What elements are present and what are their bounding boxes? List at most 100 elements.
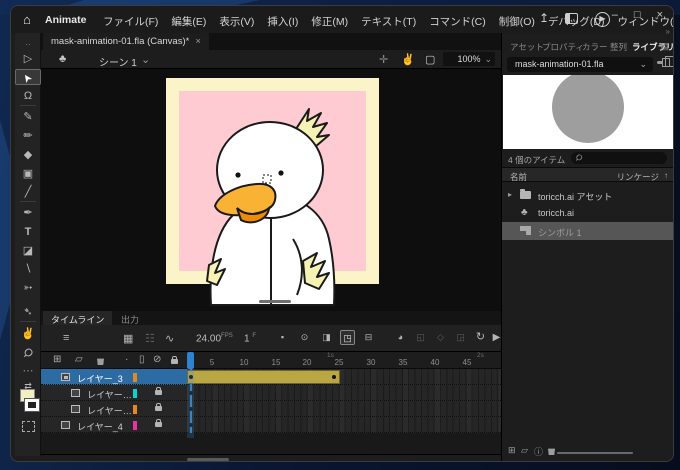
layer-row-2[interactable]: レイヤー…	[41, 385, 187, 401]
lock-icon[interactable]	[155, 403, 162, 411]
new-folder-button[interactable]: ▱	[75, 354, 83, 365]
frame-ruler[interactable]: 5 10 15 20 25 30 35 40 45 1s 2s	[187, 352, 501, 369]
layer-parenting-icon[interactable]: ≡	[63, 332, 69, 344]
custom-onion-button[interactable]: ◲	[453, 330, 468, 345]
menu-commands[interactable]: コマンド(C)	[429, 14, 486, 29]
frame-rate-value[interactable]: 24.00FPS	[196, 333, 233, 344]
close-button[interactable]: ×	[657, 9, 663, 21]
layer-row-4[interactable]: レイヤー_4	[41, 417, 187, 433]
insert-blank-keyframe-button[interactable]: ◨	[319, 330, 334, 345]
panel-menu-icon[interactable]: ▤	[660, 41, 669, 52]
library-search-field[interactable]: Ϙ	[571, 152, 667, 164]
layer-name[interactable]: レイヤー_4	[77, 420, 123, 433]
onion-skin-button[interactable]: ◕	[393, 330, 408, 345]
classic-brush-tool[interactable]: ✏	[15, 128, 41, 144]
text-tool[interactable]: T	[15, 224, 41, 240]
menu-modify[interactable]: 修正(M)	[311, 14, 348, 29]
library-item-folder[interactable]: ▸ toricch.ai アセット	[502, 186, 673, 204]
eraser-tool[interactable]: ◆	[15, 147, 41, 163]
tab-assets[interactable]: アセット	[510, 41, 544, 53]
collapse-panels-icon[interactable]: »	[666, 27, 670, 36]
scrollbar-thumb[interactable]	[187, 458, 229, 461]
layer-name[interactable]: レイヤー…	[87, 404, 132, 417]
tab-timeline[interactable]: タイムライン	[43, 311, 113, 325]
paint-bucket-tool[interactable]: ◪	[15, 243, 41, 259]
visibility-column-icon[interactable]: ⊘	[153, 354, 161, 365]
new-symbol-button[interactable]: ⊞	[508, 445, 516, 456]
lasso-tool[interactable]: Ω	[15, 88, 41, 104]
menu-file[interactable]: ファイル(F)	[103, 14, 158, 29]
publish-preview-icon[interactable]: ▶	[595, 12, 610, 27]
free-transform-tool[interactable]: ▣	[15, 166, 41, 182]
lock-icon[interactable]	[155, 419, 162, 427]
timeline-horizontal-scrollbar[interactable]	[41, 454, 501, 461]
fluid-brush-tool[interactable]: ✎	[15, 109, 41, 125]
more-tools-icon[interactable]: ⋯	[15, 363, 41, 379]
bone-tool[interactable]: ➴	[15, 304, 41, 320]
tab-output[interactable]: 出力	[113, 311, 147, 325]
selection-tool[interactable]: ➤	[15, 69, 41, 85]
minimize-button[interactable]: –	[612, 9, 618, 21]
new-library-panel-icon[interactable]	[662, 56, 673, 67]
library-document-select[interactable]: mask-animation-01.fla ⌄	[507, 57, 653, 72]
tab-align[interactable]: 整列	[610, 41, 627, 53]
frames-row-3[interactable]	[187, 401, 501, 417]
tab-properties[interactable]: プロパティ	[542, 41, 584, 53]
clip-content-icon[interactable]: ▢	[425, 53, 435, 66]
chevron-down-icon[interactable]: ⌄	[141, 53, 150, 66]
library-horizontal-scrollbar[interactable]	[557, 452, 633, 454]
hand-tool[interactable]: ✌	[15, 326, 41, 342]
zoom-level-select[interactable]: 100% ⌄	[443, 52, 495, 66]
tween-span[interactable]	[187, 369, 340, 384]
line-tool[interactable]: ╱	[15, 184, 41, 200]
new-folder-button[interactable]: ▱	[521, 445, 528, 456]
marquee-tool-icon[interactable]	[22, 421, 35, 432]
home-icon[interactable]: ⌂	[23, 12, 31, 27]
stroke-color-swatch[interactable]	[24, 398, 40, 412]
auto-keyframe-button[interactable]: ▪	[275, 330, 290, 345]
lock-icon[interactable]	[155, 387, 162, 395]
rotation-hand-icon[interactable]: ✌	[401, 53, 415, 66]
edit-multiple-frames-button[interactable]: ◇	[433, 330, 448, 345]
layer-color-swatch[interactable]	[133, 372, 137, 382]
library-item-symbol[interactable]: シンボル 1	[502, 222, 673, 240]
insert-keyframe-button[interactable]: ⊙	[297, 330, 312, 345]
frames-row-1[interactable]	[187, 369, 501, 385]
layer-name[interactable]: レイヤー…	[87, 388, 132, 401]
subselection-tool[interactable]: ▷	[15, 51, 41, 67]
new-layer-button[interactable]: ⊞	[53, 354, 61, 365]
layer-color-swatch[interactable]	[133, 388, 137, 398]
tab-close-icon[interactable]: ×	[195, 36, 201, 47]
column-name[interactable]: 名前	[510, 171, 527, 183]
tab-color[interactable]: カラー	[582, 41, 608, 53]
item-properties-button[interactable]: ⓘ	[534, 445, 543, 458]
camera-icon[interactable]: ▦	[123, 332, 133, 345]
highlight-column-icon[interactable]: ·	[125, 354, 128, 365]
onion-skin-outline-button[interactable]: ◱	[413, 330, 428, 345]
maximize-button[interactable]: □	[634, 9, 641, 21]
panel-grip-icon[interactable]: ‥	[15, 35, 41, 51]
workspace-icon[interactable]	[565, 13, 578, 24]
menu-text[interactable]: テキスト(T)	[361, 14, 416, 29]
scene-name[interactable]: シーン 1	[99, 54, 137, 69]
library-column-header[interactable]: 名前 リンケージ ↑	[502, 167, 673, 182]
stage-canvas[interactable]	[41, 69, 501, 311]
create-tween-button[interactable]: ◳	[340, 330, 355, 345]
loop-button[interactable]: ↻	[473, 330, 488, 345]
outline-column-icon[interactable]: ▯	[139, 354, 145, 365]
column-linkage[interactable]: リンケージ	[617, 171, 659, 183]
transform-point-marker[interactable]	[262, 174, 272, 184]
menu-view[interactable]: 表示(V)	[219, 14, 254, 29]
asset-warp-tool[interactable]: ➳	[15, 280, 41, 296]
lock-column-icon[interactable]	[171, 356, 178, 364]
layer-name[interactable]: レイヤー_3	[77, 372, 123, 385]
delete-layer-button[interactable]	[97, 358, 104, 365]
remove-tween-button[interactable]: ⊟	[361, 330, 376, 345]
library-item-graphic[interactable]: ♣ toricch.ai	[502, 204, 673, 222]
share-icon[interactable]: ↥	[539, 11, 549, 25]
frames-row-4[interactable]	[187, 417, 501, 433]
menu-edit[interactable]: 編集(E)	[171, 14, 206, 29]
frames-row-2[interactable]	[187, 385, 501, 401]
center-stage-icon[interactable]: ✛	[379, 53, 388, 66]
layer-color-swatch[interactable]	[133, 420, 137, 430]
